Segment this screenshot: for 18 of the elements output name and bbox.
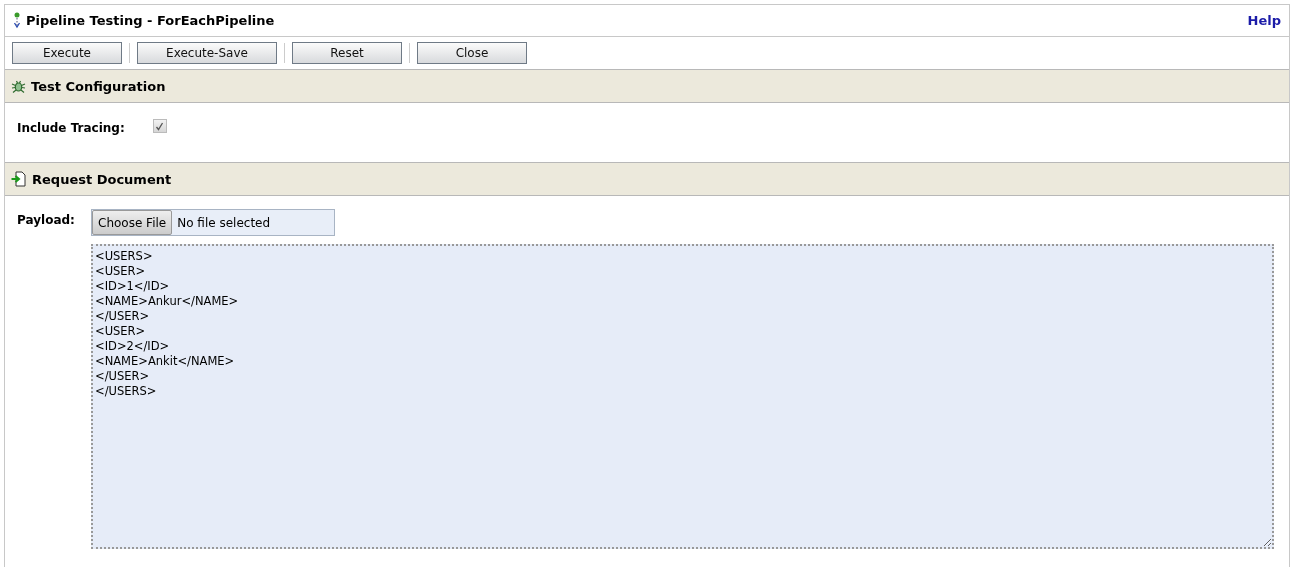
toolbar-button[interactable]: Execute-Save bbox=[137, 42, 277, 64]
help-link[interactable]: Help bbox=[1247, 13, 1281, 28]
field-label: Payload: bbox=[17, 213, 76, 229]
tracing-checkbox[interactable] bbox=[152, 119, 167, 133]
choose-file-button[interactable]: Choose File bbox=[92, 210, 173, 235]
bug-icon bbox=[11, 78, 26, 94]
file-status: No file selected bbox=[177, 215, 271, 230]
toolbar-button[interactable]: Execute bbox=[12, 42, 122, 64]
pipeline-icon bbox=[13, 12, 21, 29]
section-title: Request Document bbox=[32, 171, 172, 187]
section-title: Test Configuration bbox=[31, 78, 166, 94]
window-title: Pipeline Testing - ForEachPipeline bbox=[26, 13, 276, 28]
document-import-icon bbox=[11, 171, 27, 187]
file-input[interactable]: Choose File No file selected bbox=[91, 209, 335, 236]
toolbar-button[interactable]: Close bbox=[417, 42, 527, 64]
toolbar-button[interactable]: Reset bbox=[292, 42, 402, 64]
payload-text-area[interactable]: <USERS> <USER> <ID>1</ID> <NAME>Ankur</NAME> </USER> <USER> <ID>2</ID> <NAME>Ankit</NAME> </USER> </USERS> bbox=[91, 244, 1274, 549]
field-label: Include Tracing: bbox=[17, 121, 125, 135]
